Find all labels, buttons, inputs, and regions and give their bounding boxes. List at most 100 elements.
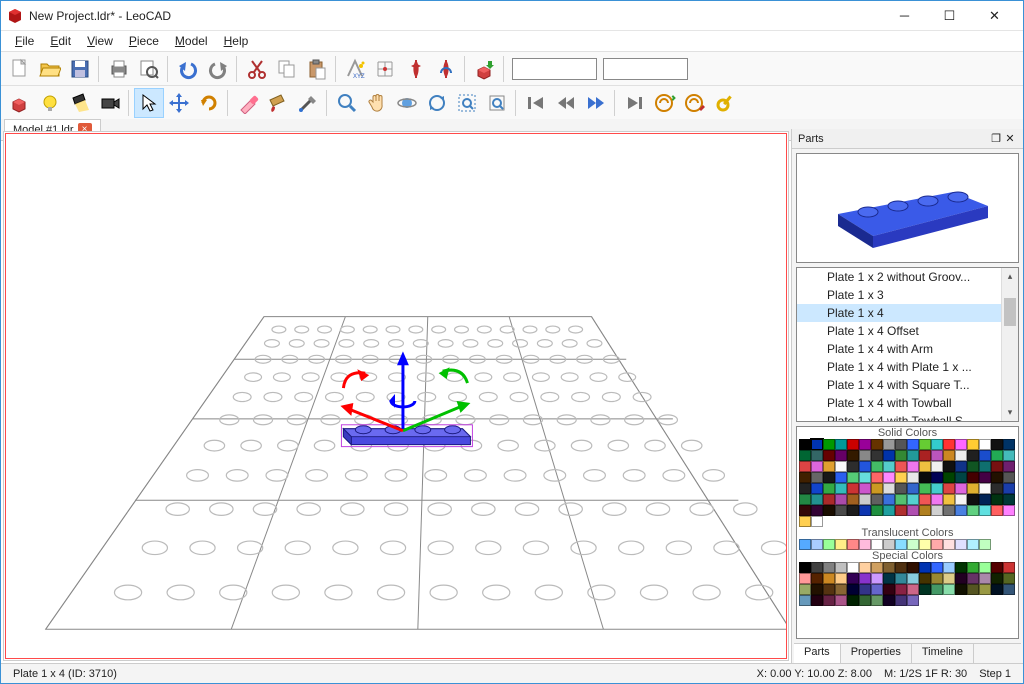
color-swatch[interactable] xyxy=(1003,450,1015,461)
color-swatch[interactable] xyxy=(967,505,979,516)
color-swatch[interactable] xyxy=(799,461,811,472)
color-swatch[interactable] xyxy=(967,573,979,584)
color-swatch[interactable] xyxy=(979,494,991,505)
light-button[interactable] xyxy=(35,88,65,118)
color-swatch[interactable] xyxy=(835,584,847,595)
color-swatch[interactable] xyxy=(991,439,1003,450)
color-swatch[interactable] xyxy=(907,439,919,450)
color-swatch[interactable] xyxy=(919,494,931,505)
color-swatch[interactable] xyxy=(919,505,931,516)
color-swatch[interactable] xyxy=(799,483,811,494)
color-swatch[interactable] xyxy=(955,472,967,483)
remove-step-button[interactable] xyxy=(680,88,710,118)
color-swatch[interactable] xyxy=(955,539,967,550)
list-item[interactable]: Plate 1 x 4 with Square T... xyxy=(797,376,1018,394)
first-step-button[interactable] xyxy=(521,88,551,118)
color-swatch[interactable] xyxy=(823,584,835,595)
side-tab-parts[interactable]: Parts xyxy=(794,644,841,663)
spotlight-button[interactable] xyxy=(65,88,95,118)
color-swatch[interactable] xyxy=(835,573,847,584)
color-swatch[interactable] xyxy=(835,505,847,516)
color-swatch[interactable] xyxy=(847,494,859,505)
color-swatch[interactable] xyxy=(799,494,811,505)
color-swatch[interactable] xyxy=(871,505,883,516)
list-item[interactable]: Plate 1 x 4 with Towball xyxy=(797,394,1018,412)
color-swatch[interactable] xyxy=(967,472,979,483)
color-swatch[interactable] xyxy=(859,494,871,505)
color-swatch[interactable] xyxy=(847,584,859,595)
color-swatch[interactable] xyxy=(883,461,895,472)
panel-close-button[interactable]: ✕ xyxy=(1003,132,1017,145)
color-swatch[interactable] xyxy=(931,472,943,483)
color-swatch[interactable] xyxy=(895,573,907,584)
menu-edit[interactable]: Edit xyxy=(42,32,79,50)
color-swatch[interactable] xyxy=(799,595,811,606)
color-swatch[interactable] xyxy=(823,494,835,505)
color-swatch[interactable] xyxy=(931,573,943,584)
color-swatch[interactable] xyxy=(847,595,859,606)
color-swatch[interactable] xyxy=(979,562,991,573)
maximize-button[interactable]: ☐ xyxy=(927,1,972,31)
color-swatch[interactable] xyxy=(943,584,955,595)
menu-file[interactable]: File xyxy=(7,32,42,50)
color-swatch[interactable] xyxy=(847,439,859,450)
color-swatch[interactable] xyxy=(979,505,991,516)
color-swatch[interactable] xyxy=(847,450,859,461)
color-swatch[interactable] xyxy=(979,573,991,584)
color-swatch[interactable] xyxy=(991,483,1003,494)
color-swatch[interactable] xyxy=(811,573,823,584)
list-item[interactable]: Plate 1 x 4 with Plate 1 x ... xyxy=(797,358,1018,376)
color-swatch[interactable] xyxy=(859,472,871,483)
color-swatch[interactable] xyxy=(847,505,859,516)
color-swatch[interactable] xyxy=(955,439,967,450)
color-swatch[interactable] xyxy=(823,539,835,550)
color-swatch[interactable] xyxy=(859,595,871,606)
color-swatch[interactable] xyxy=(847,461,859,472)
color-swatch[interactable] xyxy=(907,472,919,483)
color-swatch[interactable] xyxy=(859,584,871,595)
menu-model[interactable]: Model xyxy=(167,32,216,50)
color-swatch[interactable] xyxy=(1003,483,1015,494)
color-swatch[interactable] xyxy=(823,483,835,494)
color-swatch[interactable] xyxy=(931,562,943,573)
color-swatch[interactable] xyxy=(871,539,883,550)
color-swatch[interactable] xyxy=(907,461,919,472)
color-swatch[interactable] xyxy=(931,450,943,461)
menu-view[interactable]: View xyxy=(79,32,121,50)
color-swatch[interactable] xyxy=(871,584,883,595)
viewport-3d[interactable] xyxy=(3,131,789,661)
color-swatch[interactable] xyxy=(943,494,955,505)
color-swatch[interactable] xyxy=(943,539,955,550)
snap-angle-button[interactable] xyxy=(431,54,461,84)
prev-step-button[interactable] xyxy=(551,88,581,118)
color-swatch[interactable] xyxy=(883,439,895,450)
color-swatch[interactable] xyxy=(931,461,943,472)
insert-step-button[interactable] xyxy=(650,88,680,118)
light-brick-button[interactable] xyxy=(5,88,35,118)
color-swatch[interactable] xyxy=(895,439,907,450)
color-swatch[interactable] xyxy=(859,562,871,573)
color-swatch[interactable] xyxy=(991,562,1003,573)
color-swatch[interactable] xyxy=(967,483,979,494)
color-swatch[interactable] xyxy=(979,584,991,595)
parts-list[interactable]: Plate 1 x 2 without Groov...Plate 1 x 3P… xyxy=(796,267,1019,422)
color-swatch[interactable] xyxy=(871,483,883,494)
color-swatch[interactable] xyxy=(979,483,991,494)
color-swatch[interactable] xyxy=(1003,505,1015,516)
color-swatch[interactable] xyxy=(823,472,835,483)
orbit-tool-button[interactable] xyxy=(392,88,422,118)
color-swatch[interactable] xyxy=(943,483,955,494)
color-swatch[interactable] xyxy=(907,595,919,606)
color-swatch[interactable] xyxy=(1003,439,1015,450)
color-swatch[interactable] xyxy=(847,573,859,584)
color-swatch[interactable] xyxy=(943,450,955,461)
color-swatch[interactable] xyxy=(919,539,931,550)
color-swatch[interactable] xyxy=(991,461,1003,472)
color-swatch[interactable] xyxy=(919,450,931,461)
color-swatch[interactable] xyxy=(895,461,907,472)
color-swatch[interactable] xyxy=(859,483,871,494)
scroll-thumb[interactable] xyxy=(1004,298,1016,326)
color-swatch[interactable] xyxy=(823,450,835,461)
color-swatch[interactable] xyxy=(799,472,811,483)
color-swatch[interactable] xyxy=(847,483,859,494)
